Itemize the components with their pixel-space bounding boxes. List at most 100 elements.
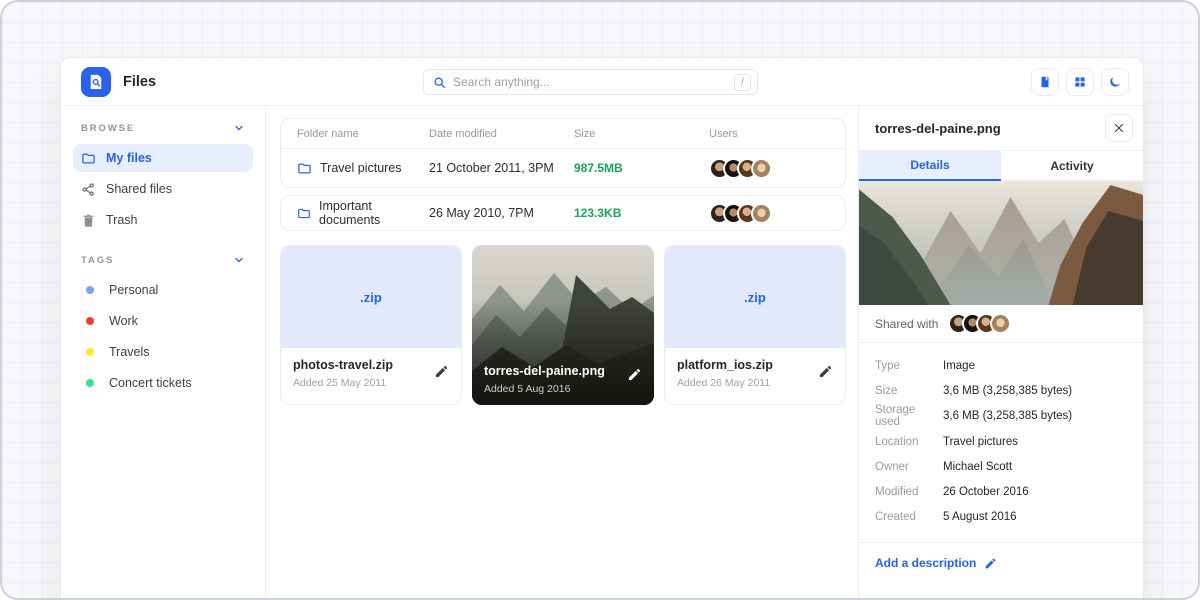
table-header-row: Folder name Date modified Size Users [281, 119, 845, 149]
pencil-icon [984, 557, 997, 570]
file-card-platform-ios-zip[interactable]: .zip platform_ios.zip Added 26 May 2011 [664, 245, 846, 405]
field-value: Image [943, 360, 975, 372]
mountain-preview-image [859, 181, 1143, 305]
grid-view-button[interactable] [1066, 68, 1094, 96]
browse-label: BROWSE [81, 123, 135, 134]
file-cards: .zip photos-travel.zip Added 25 May 2011 [280, 245, 846, 405]
user-avatars [709, 158, 845, 179]
avatar [751, 203, 772, 224]
sidebar-item-label: Trash [106, 213, 138, 227]
close-icon [1113, 122, 1125, 134]
details-file-title: torres-del-paine.png [875, 121, 1105, 136]
sidebar-item-label: Shared files [106, 182, 172, 196]
folder-size: 987.5MB [574, 161, 623, 175]
field-type: Type Image [875, 353, 1127, 378]
field-label: Type [875, 360, 943, 372]
tag-dot [86, 379, 94, 387]
search-shortcut-badge: / [734, 74, 751, 91]
dark-mode-button[interactable] [1101, 68, 1129, 96]
chevron-down-icon[interactable] [233, 254, 245, 266]
app-body: BROWSE My files [61, 106, 1143, 600]
search-icon [433, 76, 446, 89]
field-size: Size 3,6 MB (3,258,385 bytes) [875, 378, 1127, 403]
edit-button[interactable] [434, 364, 449, 384]
sidebar-item-trash[interactable]: Trash [73, 206, 253, 234]
details-panel: torres-del-paine.png Details Activity [858, 106, 1143, 600]
sidebar-item-shared-files[interactable]: Shared files [73, 175, 253, 203]
file-search-icon [87, 73, 105, 91]
file-card-photos-travel-zip[interactable]: .zip photos-travel.zip Added 25 May 2011 [280, 245, 462, 405]
top-bar: Files / [61, 58, 1143, 106]
file-added-date: Added 25 May 2011 [293, 377, 449, 389]
app-logo [81, 67, 111, 97]
card-footer: photos-travel.zip Added 25 May 2011 [281, 348, 461, 404]
table-row-travel-pictures[interactable]: Travel pictures 21 October 2011, 3PM 987… [281, 149, 845, 187]
file-name: platform_ios.zip [677, 358, 833, 372]
pencil-icon [818, 364, 833, 379]
details-tabs: Details Activity [859, 151, 1143, 181]
user-avatars [709, 203, 845, 224]
field-label: Created [875, 511, 943, 523]
tag-item-concert-tickets[interactable]: Concert tickets [73, 369, 253, 397]
file-name: torres-del-paine.png [484, 364, 642, 378]
edit-button[interactable] [627, 367, 642, 387]
file-preview [859, 181, 1143, 305]
zip-preview: .zip [281, 246, 461, 348]
shared-avatars [948, 313, 1011, 334]
folder-name: Travel pictures [320, 161, 402, 175]
field-value: Travel pictures [943, 436, 1018, 448]
field-created: Created 5 August 2016 [875, 505, 1127, 530]
field-location: Location Travel pictures [875, 429, 1127, 454]
file-card-torres-del-paine[interactable]: torres-del-paine.png Added 5 Aug 2016 [472, 245, 654, 405]
table-row-important-documents[interactable]: Important documents 26 May 2010, 7PM 123… [281, 196, 845, 230]
tag-dot [86, 317, 94, 325]
search-input[interactable] [453, 75, 734, 89]
column-header-date-modified: Date modified [429, 128, 574, 140]
add-description-button[interactable]: Add a description [859, 543, 1143, 583]
page-title: Files [123, 74, 156, 90]
sidebar-item-my-files[interactable]: My files [73, 144, 253, 172]
tags-label: TAGS [81, 255, 114, 266]
search-bar[interactable]: / [423, 69, 758, 95]
pencil-icon [627, 367, 642, 382]
app-window: Files / [60, 57, 1144, 600]
field-owner: Owner Michael Scott [875, 454, 1127, 479]
tag-item-work[interactable]: Work [73, 307, 253, 335]
tags-section-header: TAGS [73, 254, 253, 266]
sidebar-item-label: My files [106, 151, 152, 165]
field-label: Owner [875, 461, 943, 473]
tag-item-personal[interactable]: Personal [73, 276, 253, 304]
card-footer-overlay: torres-del-paine.png Added 5 Aug 2016 [472, 354, 654, 405]
close-panel-button[interactable] [1105, 114, 1133, 142]
pencil-icon [434, 364, 449, 379]
file-name: photos-travel.zip [293, 358, 449, 372]
avatar [751, 158, 772, 179]
tab-details[interactable]: Details [859, 151, 1001, 181]
folder-table: Folder name Date modified Size Users Tra… [280, 118, 846, 188]
date-modified: 26 May 2010, 7PM [429, 206, 574, 220]
folder-size: 123.3KB [574, 206, 621, 220]
tag-label: Personal [109, 283, 158, 297]
grid-icon [1073, 75, 1087, 89]
folder-icon [297, 206, 311, 221]
header-actions [1031, 68, 1129, 96]
tag-dot [86, 348, 94, 356]
chevron-down-icon[interactable] [233, 122, 245, 134]
card-footer: platform_ios.zip Added 26 May 2011 [665, 348, 845, 404]
tab-activity[interactable]: Activity [1001, 151, 1143, 181]
folder-icon [297, 161, 312, 176]
field-value: 26 October 2016 [943, 486, 1029, 498]
folder-name: Important documents [319, 199, 429, 227]
field-modified: Modified 26 October 2016 [875, 479, 1127, 504]
edit-button[interactable] [818, 364, 833, 384]
field-label: Size [875, 385, 943, 397]
details-panel-header: torres-del-paine.png [859, 106, 1143, 151]
tag-item-travels[interactable]: Travels [73, 338, 253, 366]
field-value: 3,6 MB (3,258,385 bytes) [943, 385, 1072, 397]
date-modified: 21 October 2011, 3PM [429, 161, 574, 175]
folder-icon [81, 151, 96, 166]
field-value: Michael Scott [943, 461, 1012, 473]
book-button[interactable] [1031, 68, 1059, 96]
main-content: Folder name Date modified Size Users Tra… [266, 106, 858, 600]
sidebar: BROWSE My files [61, 106, 266, 600]
